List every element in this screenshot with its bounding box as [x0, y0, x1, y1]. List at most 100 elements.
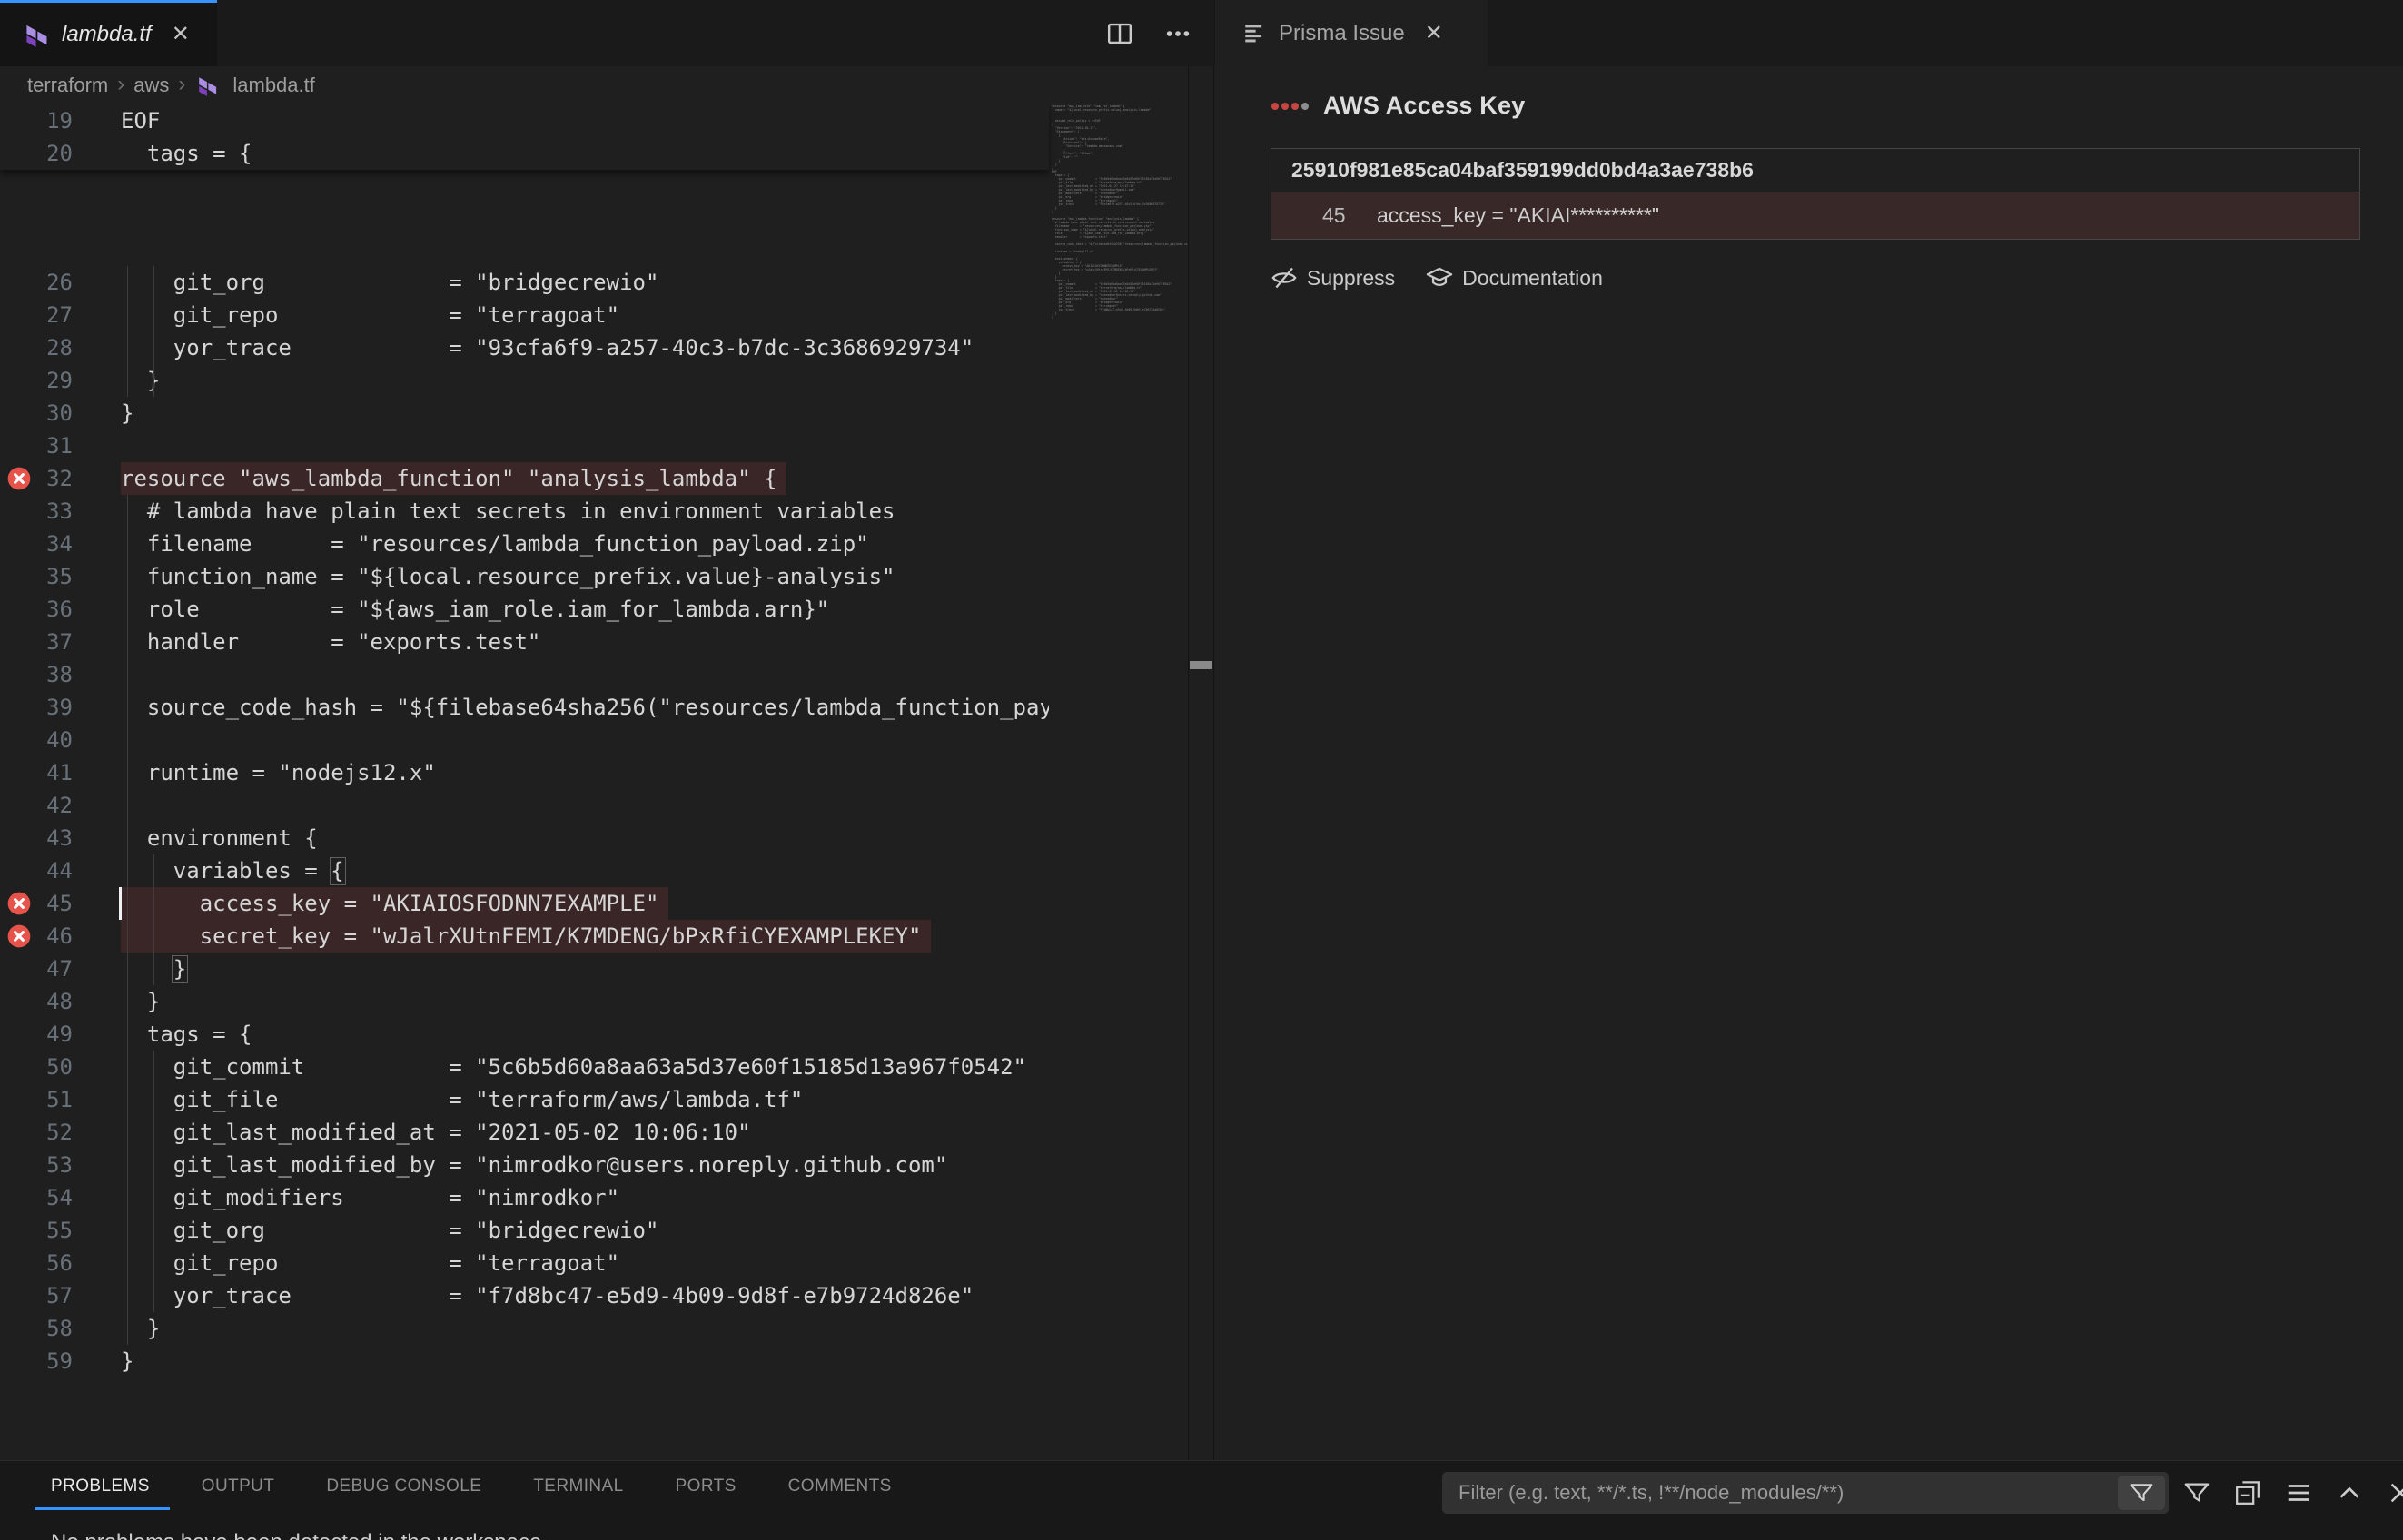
filter-icon[interactable]	[2118, 1476, 2165, 1510]
collapse-all-icon[interactable]	[2230, 1476, 2265, 1510]
line-number[interactable]: 39	[0, 691, 73, 724]
error-icon[interactable]	[7, 924, 31, 948]
code-line[interactable]: git_file = "terraform/aws/lambda.tf"	[121, 1083, 803, 1116]
code-line[interactable]: filename = "resources/lambda_function_pa…	[121, 528, 869, 560]
line-number[interactable]: 42	[0, 789, 73, 822]
more-actions-icon[interactable]	[1161, 16, 1195, 51]
issue-code: access_key = "AKIAI**********"	[1377, 203, 1659, 228]
suppress-button[interactable]: Suppress	[1271, 264, 1395, 291]
code-line[interactable]: environment {	[121, 822, 318, 854]
panel-tab-comments[interactable]: COMMENTS	[788, 1476, 892, 1496]
line-number[interactable]: 28	[0, 331, 73, 364]
line-number[interactable]: 57	[0, 1279, 73, 1312]
code-line[interactable]: git_modifiers = "nimrodkor"	[121, 1181, 619, 1214]
code-line[interactable]: git_last_modified_at = "2021-05-02 10:06…	[121, 1116, 751, 1149]
line-number[interactable]: 34	[0, 528, 73, 560]
tab-close-icon[interactable]: ✕	[1425, 23, 1443, 44]
error-icon[interactable]	[7, 892, 31, 915]
line-number[interactable]: 47	[0, 953, 73, 985]
line-number[interactable]: 52	[0, 1116, 73, 1149]
code-line[interactable]: git_last_modified_by = "nimrodkor@users.…	[121, 1149, 947, 1181]
sticky-line-number[interactable]: 19	[0, 104, 73, 137]
code-line[interactable]: access_key = "AKIAIOSFODNN7EXAMPLE"	[121, 887, 658, 920]
code-line[interactable]: function_name = "${local.resource_prefix…	[121, 560, 895, 593]
line-number[interactable]: 56	[0, 1247, 73, 1279]
line-number[interactable]: 37	[0, 626, 73, 658]
line-number[interactable]: 40	[0, 724, 73, 756]
code-line[interactable]: # lambda have plain text secrets in envi…	[121, 495, 895, 528]
line-number[interactable]: 51	[0, 1083, 73, 1116]
maximize-panel-icon[interactable]	[2332, 1476, 2367, 1510]
line-number[interactable]: 43	[0, 822, 73, 854]
code-line[interactable]: git_org = "bridgecrewio"	[121, 266, 658, 299]
documentation-label: Documentation	[1462, 266, 1603, 291]
line-number[interactable]: 50	[0, 1051, 73, 1083]
code-line[interactable]: source_code_hash = "${filebase64sha256("…	[121, 691, 1049, 724]
sticky-code-line[interactable]: tags = {	[121, 137, 252, 170]
panel-resize-handle[interactable]	[1188, 66, 1214, 1460]
close-panel-icon[interactable]	[2383, 1476, 2403, 1510]
sticky-line-number[interactable]: 20	[0, 137, 73, 170]
error-icon[interactable]	[7, 467, 31, 490]
code-line[interactable]: }	[121, 397, 134, 429]
code-line[interactable]: yor_trace = "f7d8bc47-e5d9-4b09-9d8f-e7b…	[121, 1279, 974, 1312]
tab-close-icon[interactable]: ✕	[172, 24, 190, 45]
prisma-issue-tab[interactable]: Prisma Issue ✕	[1215, 0, 1488, 66]
line-number[interactable]: 38	[0, 658, 73, 691]
line-number[interactable]: 55	[0, 1214, 73, 1247]
documentation-button[interactable]: Documentation	[1426, 264, 1603, 291]
code-line[interactable]: yor_trace = "93cfa6f9-a257-40c3-b7dc-3c3…	[121, 331, 974, 364]
line-number[interactable]: 54	[0, 1181, 73, 1214]
line-number[interactable]: 29	[0, 364, 73, 397]
code-line[interactable]: git_repo = "terragoat"	[121, 1247, 619, 1279]
code-line[interactable]: resource "aws_lambda_function" "analysis…	[121, 462, 776, 495]
code-line[interactable]: role = "${aws_iam_role.iam_for_lambda.ar…	[121, 593, 829, 626]
code-line[interactable]: handler = "exports.test"	[121, 626, 540, 658]
line-number[interactable]: 30	[0, 397, 73, 429]
code-line[interactable]: }	[121, 1345, 134, 1377]
code-line[interactable]: git_repo = "terragoat"	[121, 299, 619, 331]
panel-tab-output[interactable]: OUTPUT	[202, 1476, 275, 1496]
split-editor-icon[interactable]	[1103, 16, 1137, 51]
line-number[interactable]: 33	[0, 495, 73, 528]
code-line[interactable]: git_org = "bridgecrewio"	[121, 1214, 658, 1247]
line-number[interactable]: 48	[0, 985, 73, 1018]
code-line[interactable]: tags = {	[121, 1018, 252, 1051]
breadcrumb-item-aws[interactable]: aws	[134, 74, 169, 97]
line-number[interactable]: 59	[0, 1345, 73, 1377]
panel-tab-terminal[interactable]: TERMINAL	[533, 1476, 623, 1496]
minimap[interactable]: resource "aws_iam_role" "iam_for_lambda"…	[1052, 104, 1188, 558]
issue-code-row[interactable]: 45 access_key = "AKIAI**********"	[1271, 192, 2359, 239]
line-number[interactable]: 26	[0, 266, 73, 299]
filter-input[interactable]	[1442, 1472, 2112, 1514]
breadcrumb-item-terraform[interactable]: terraform	[27, 74, 108, 97]
bracket-match	[172, 955, 188, 983]
line-number[interactable]: 36	[0, 593, 73, 626]
line-number[interactable]: 35	[0, 560, 73, 593]
line-number[interactable]: 41	[0, 756, 73, 789]
panel-tab-ports[interactable]: PORTS	[676, 1476, 737, 1496]
panel-tab-problems[interactable]: PROBLEMS	[51, 1476, 150, 1496]
code-line[interactable]: runtime = "nodejs12.x"	[121, 756, 436, 789]
breadcrumb-item-lambda-tf[interactable]: lambda.tf	[232, 74, 315, 97]
sticky-scroll[interactable]: 19 EOF 20 tags = {	[0, 104, 1049, 170]
view-as-list-icon[interactable]	[2281, 1476, 2316, 1510]
resize-grip[interactable]	[1190, 661, 1212, 669]
code-line[interactable]: secret_key = "wJalrXUtnFEMI/K7MDENG/bPxR…	[121, 920, 921, 953]
indent-guide	[127, 266, 128, 397]
terraform-icon	[25, 22, 51, 47]
line-number[interactable]: 44	[0, 854, 73, 887]
editor-tab-lambda-tf[interactable]: lambda.tf ✕	[0, 0, 217, 66]
code-line[interactable]: git_commit = "5c6b5d60a8aa63a5d37e60f151…	[121, 1051, 1026, 1083]
line-number[interactable]: 58	[0, 1312, 73, 1345]
editor-tab-bar: lambda.tf ✕	[0, 0, 1214, 66]
sticky-code-line[interactable]: EOF	[121, 104, 160, 137]
line-number[interactable]: 49	[0, 1018, 73, 1051]
panel-tab-debug-console[interactable]: DEBUG CONSOLE	[326, 1476, 481, 1496]
line-number[interactable]: 53	[0, 1149, 73, 1181]
code-editor[interactable]: git_org = "bridgecrewio" git_repo = "ter…	[0, 104, 1214, 1460]
filter-funnel-icon[interactable]	[2180, 1476, 2214, 1510]
line-number[interactable]: 27	[0, 299, 73, 331]
indent-guide	[153, 1051, 154, 1312]
line-number[interactable]: 31	[0, 429, 73, 462]
